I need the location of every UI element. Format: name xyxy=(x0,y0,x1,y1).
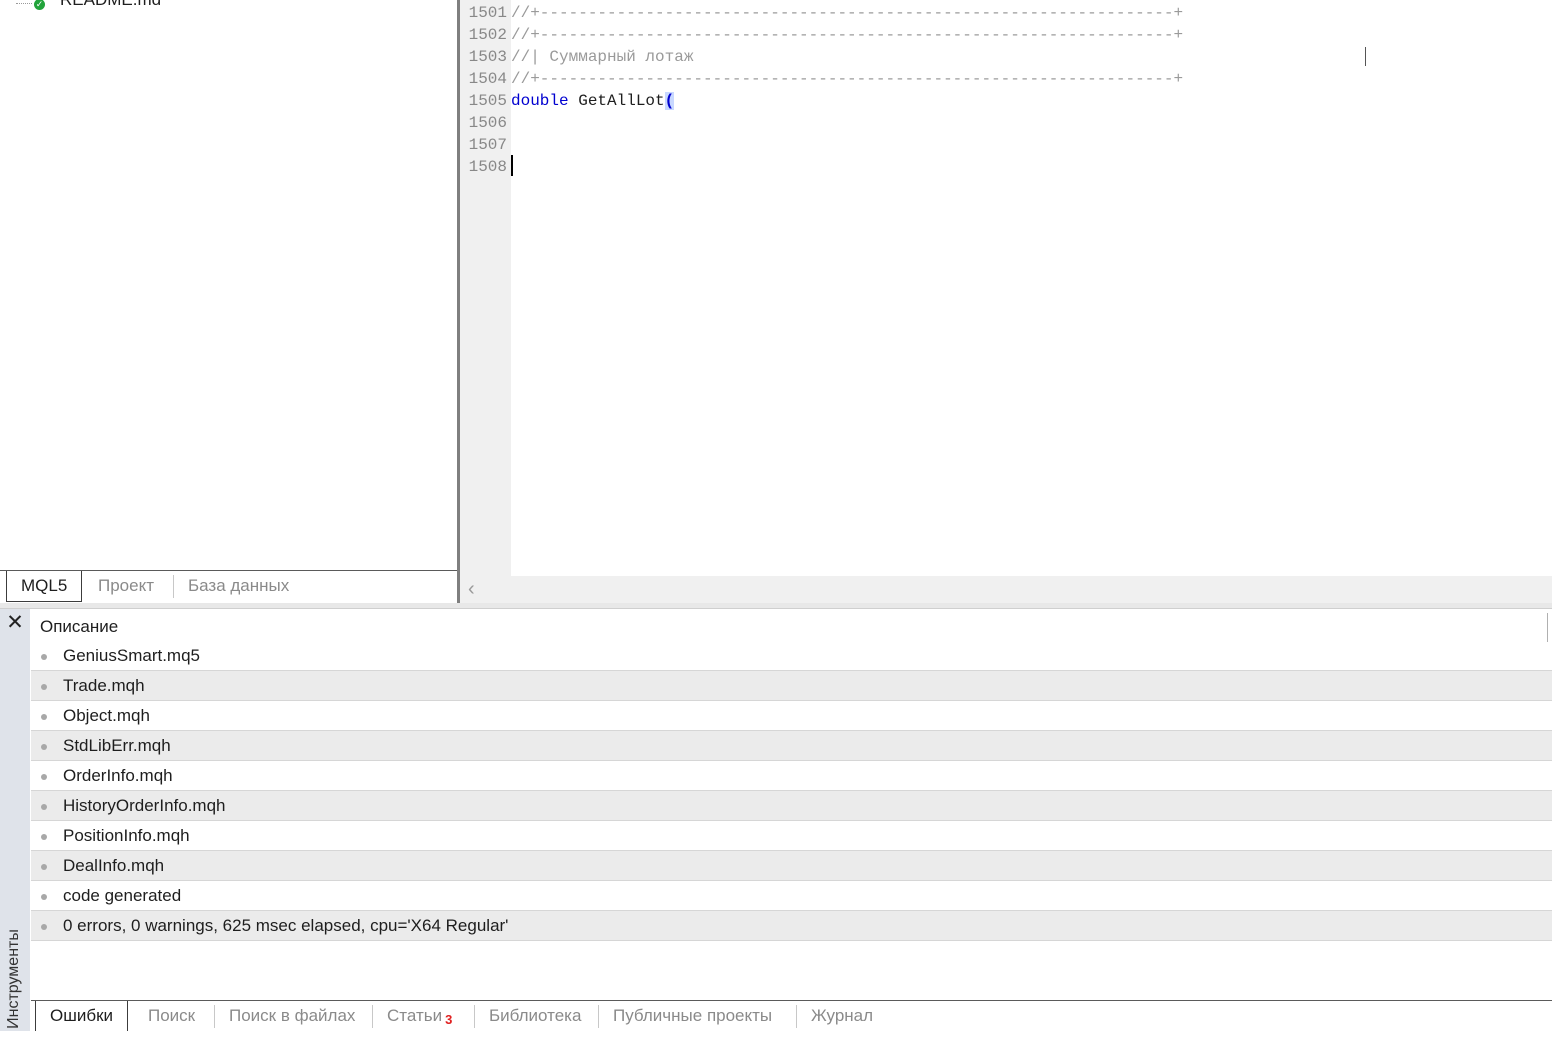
list-item-text: StdLibErr.mqh xyxy=(63,736,171,755)
code-line[interactable]: //+-------------------------------------… xyxy=(511,68,1183,90)
list-item-text: 0 errors, 0 warnings, 625 msec elapsed, … xyxy=(63,916,509,935)
list-item[interactable]: Trade.mqh xyxy=(31,671,1552,701)
code-line[interactable]: double GetAllLot( xyxy=(511,90,675,112)
keyword: double xyxy=(511,92,569,110)
navigator-tabs: MQL5 Проект База данных xyxy=(0,570,457,604)
green-check-icon: ✓ xyxy=(34,0,45,10)
tab-library[interactable]: Библиотека xyxy=(475,1001,595,1031)
list-item[interactable]: PositionInfo.mqh xyxy=(31,821,1552,851)
list-item[interactable]: GeniusSmart.mq5 xyxy=(31,641,1552,671)
bullet-icon xyxy=(41,864,47,870)
list-item[interactable]: OrderInfo.mqh xyxy=(31,761,1552,791)
tab-articles-label: Статьи xyxy=(387,1006,443,1025)
toolbox-side-strip: ✕ Инструменты xyxy=(0,609,30,1031)
bullet-icon xyxy=(41,774,47,780)
toolbox-panel: Описание GeniusSmart.mq5 Trade.mqh Objec… xyxy=(31,609,1552,1031)
comment-box-edge xyxy=(1365,47,1366,66)
tab-public-projects[interactable]: Публичные проекты xyxy=(599,1001,786,1031)
bullet-icon xyxy=(41,924,47,930)
list-item-text: OrderInfo.mqh xyxy=(63,766,173,785)
bullet-icon xyxy=(41,684,47,690)
line-number: 1502 xyxy=(468,26,507,44)
tree-item-label: README.md xyxy=(60,0,161,10)
line-number: 1508 xyxy=(468,158,507,176)
column-header-label: Описание xyxy=(40,617,119,636)
horizontal-scrollbar[interactable]: ‹ xyxy=(460,576,1552,603)
tab-search-in-files[interactable]: Поиск в файлах xyxy=(215,1001,369,1031)
tab-mql5[interactable]: MQL5 xyxy=(6,571,83,602)
code-line[interactable]: //+-------------------------------------… xyxy=(511,24,1183,46)
chevron-left-icon[interactable]: ‹ xyxy=(468,578,475,601)
function-name: GetAllLot xyxy=(568,92,665,110)
list-item-text: Trade.mqh xyxy=(63,676,145,695)
line-number: 1505 xyxy=(468,92,507,110)
markdown-file-icon: ✓ ≡ xyxy=(32,0,51,10)
bullet-icon xyxy=(41,714,47,720)
list-item-text: DealInfo.mqh xyxy=(63,856,165,875)
line-number-gutter: 1501 1502 1503 1504 1505 1506 1507 1508 xyxy=(460,0,511,576)
toolbox-tabs: Ошибки Поиск Поиск в файлах Статьи 3 Библ… xyxy=(31,1000,1552,1032)
bullet-icon xyxy=(41,894,47,900)
tab-articles[interactable]: Статьи 3 xyxy=(373,1001,466,1031)
tree-item-readme[interactable]: ✓ ≡ README.md xyxy=(16,0,161,10)
articles-count-badge: 3 xyxy=(445,1012,453,1027)
tab-errors[interactable]: Ошибки xyxy=(35,1001,129,1031)
code-line[interactable]: //| Суммарный лотаж xyxy=(511,46,693,68)
line-number: 1504 xyxy=(468,70,507,88)
text-caret xyxy=(511,155,513,176)
list-item-text: Object.mqh xyxy=(63,706,150,725)
tab-journal[interactable]: Журнал xyxy=(797,1001,887,1031)
list-item[interactable]: Object.mqh xyxy=(31,701,1552,731)
list-item-text: HistoryOrderInfo.mqh xyxy=(63,796,226,815)
bullet-icon xyxy=(41,804,47,810)
close-icon[interactable]: ✕ xyxy=(4,612,26,634)
tab-database[interactable]: База данных xyxy=(174,571,303,601)
list-item[interactable]: StdLibErr.mqh xyxy=(31,731,1552,761)
list-item-text: PositionInfo.mqh xyxy=(63,826,190,845)
toolbox-title: Инструменты xyxy=(5,929,22,1029)
line-number: 1506 xyxy=(468,114,507,132)
code-editor[interactable]: 1501 1502 1503 1504 1505 1506 1507 1508 … xyxy=(460,0,1552,603)
tree-connector xyxy=(16,2,32,4)
line-number: 1501 xyxy=(468,4,507,22)
bullet-icon xyxy=(41,744,47,750)
column-header-description[interactable]: Описание xyxy=(31,613,1548,642)
bullet-icon xyxy=(41,654,47,660)
line-number: 1503 xyxy=(468,48,507,66)
line-number: 1507 xyxy=(468,136,507,154)
list-item[interactable]: DealInfo.mqh xyxy=(31,851,1552,881)
list-item-text: GeniusSmart.mq5 xyxy=(63,646,200,665)
code-line[interactable]: //+-------------------------------------… xyxy=(511,2,1183,24)
bullet-icon xyxy=(41,834,47,840)
tab-project[interactable]: Проект xyxy=(84,571,168,601)
list-item[interactable]: HistoryOrderInfo.mqh xyxy=(31,791,1552,821)
open-paren: ( xyxy=(664,92,675,110)
errors-list: GeniusSmart.mq5 Trade.mqh Object.mqh Std… xyxy=(31,641,1552,941)
list-item-text: code generated xyxy=(63,886,182,905)
list-item[interactable]: 0 errors, 0 warnings, 625 msec elapsed, … xyxy=(31,911,1552,941)
tab-search[interactable]: Поиск xyxy=(134,1001,209,1031)
list-item[interactable]: code generated xyxy=(31,881,1552,911)
navigator-panel: ✓ ≡ README.md MQL5 Проект База данных xyxy=(0,0,457,603)
